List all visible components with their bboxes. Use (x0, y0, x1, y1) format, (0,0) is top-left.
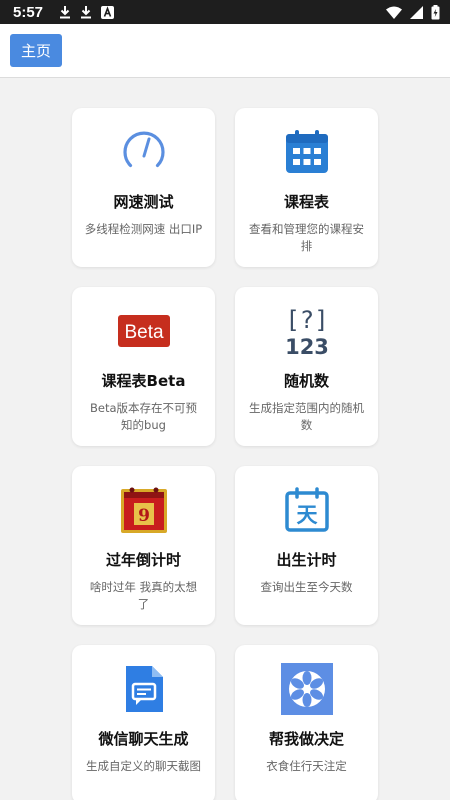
new-year-calendar-icon: 9 (116, 482, 172, 538)
beta-badge-text: Beta (124, 322, 164, 343)
app-a-icon (101, 5, 115, 19)
wifi-icon (386, 6, 402, 19)
download-icon (81, 6, 92, 19)
tool-card-course-schedule-beta[interactable]: Beta 课程表Beta Beta版本存在不可预知的bug (72, 287, 215, 446)
beta-badge-icon: Beta (116, 303, 172, 359)
calendar-icon (279, 124, 335, 180)
battery-icon (431, 4, 440, 19)
random-glyph-bottom: 123 (285, 335, 329, 359)
new-year-glyph: 9 (138, 506, 150, 526)
day-calendar-icon: 天 (279, 482, 335, 538)
card-description: 衣食住行天注定 (266, 759, 347, 773)
card-description: Beta版本存在不可预知的bug (89, 401, 198, 432)
speedometer-icon (116, 124, 172, 180)
tool-grid: 网速测试 多线程检测网速 出口IP 课程表 查看和管理您的课程安排 Beta 课… (72, 108, 379, 800)
card-title: 课程表 (283, 193, 329, 211)
random-number-icon: [?] 123 (279, 303, 335, 359)
decision-wheel-icon (279, 661, 335, 717)
tool-card-new-year-countdown[interactable]: 9 过年倒计时 啥时过年 我真的太想了 (72, 466, 215, 625)
card-title: 课程表Beta (101, 372, 186, 390)
card-description: 查看和管理您的课程安排 (249, 222, 364, 253)
card-description: 多线程检测网速 出口IP (84, 222, 203, 236)
card-description: 生成指定范围内的随机数 (249, 401, 364, 432)
download-icon (60, 6, 71, 19)
card-title: 过年倒计时 (105, 551, 181, 569)
card-title: 出生计时 (276, 551, 337, 569)
card-title: 网速测试 (113, 193, 174, 211)
home-button[interactable]: 主页 (10, 34, 62, 67)
tool-card-wechat-chat-generator[interactable]: 微信聊天生成 生成自定义的聊天截图 (72, 645, 215, 800)
tool-card-birth-timer[interactable]: 天 出生计时 查询出生至今天数 (235, 466, 378, 625)
tool-card-course-schedule[interactable]: 课程表 查看和管理您的课程安排 (235, 108, 378, 267)
signal-icon (410, 5, 423, 19)
tool-card-decision-maker[interactable]: 帮我做决定 衣食住行天注定 (235, 645, 378, 800)
card-title: 随机数 (283, 372, 329, 390)
status-bar: 5:57 (0, 0, 450, 24)
chat-document-icon (116, 661, 172, 717)
card-description: 啥时过年 我真的太想了 (89, 580, 198, 611)
card-title: 帮我做决定 (268, 730, 344, 748)
tool-card-random-number[interactable]: [?] 123 随机数 生成指定范围内的随机数 (235, 287, 378, 446)
system-icons (386, 4, 440, 20)
random-glyph-top: [?] (285, 306, 328, 334)
card-title: 微信聊天生成 (98, 730, 189, 748)
card-description: 生成自定义的聊天截图 (86, 759, 201, 773)
tool-card-speed-test[interactable]: 网速测试 多线程检测网速 出口IP (72, 108, 215, 267)
app-bar: 主页 (0, 24, 450, 78)
notification-icons (59, 5, 115, 19)
birth-calendar-glyph: 天 (296, 503, 318, 527)
card-description: 查询出生至今天数 (260, 580, 353, 594)
status-time: 5:57 (13, 3, 44, 21)
